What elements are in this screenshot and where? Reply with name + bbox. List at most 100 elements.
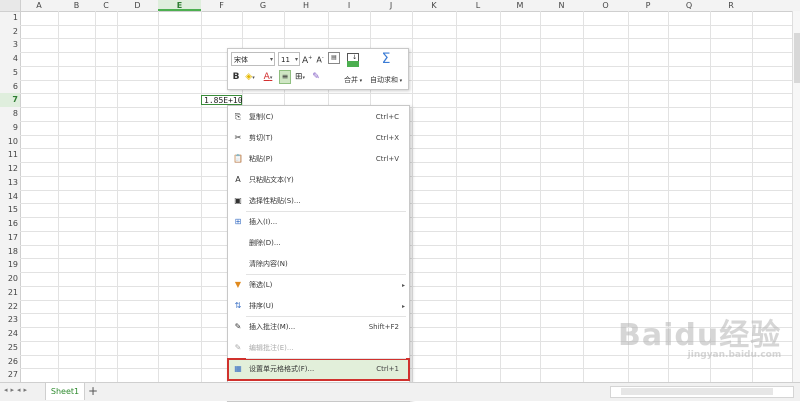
- vertical-scroll-thumb[interactable]: [794, 33, 800, 83]
- menu-item-label: 粘贴(P): [249, 155, 273, 163]
- sheet-tab-bar: ◂▸◂▸ Sheet1 +: [0, 382, 800, 401]
- menu-item-insert-comment[interactable]: ✎ 插入批注(M)... Shift+F2: [228, 317, 409, 338]
- row-gridline: [20, 203, 800, 205]
- menu-item-label: 清除内容(N): [249, 260, 288, 268]
- column-header-k[interactable]: K: [412, 0, 456, 11]
- row-header-27[interactable]: 27: [0, 368, 20, 382]
- sheet-nav-arrows-icon[interactable]: ◂▸◂▸: [4, 386, 30, 394]
- row-header-13[interactable]: 13: [0, 176, 20, 190]
- column-header-h[interactable]: H: [284, 0, 328, 11]
- column-header-q[interactable]: Q: [668, 0, 710, 11]
- menu-item-edit-comment[interactable]: ✎ 编辑批注(E)...: [228, 338, 409, 359]
- column-header-r[interactable]: R: [710, 0, 752, 11]
- align-center-icon[interactable]: ≡: [279, 70, 291, 84]
- shrink-font-button[interactable]: A-: [315, 52, 325, 67]
- grow-font-button[interactable]: A+: [302, 52, 312, 67]
- cell-style-icon[interactable]: ▤: [328, 52, 340, 64]
- row-header-10[interactable]: 10: [0, 135, 20, 149]
- menu-item-paste-special[interactable]: ▣ 选择性粘贴(S)...: [228, 191, 409, 212]
- menu-item-delete[interactable]: 删除(D)...: [228, 233, 409, 254]
- row-header-18[interactable]: 18: [0, 245, 20, 259]
- horizontal-scroll-thumb[interactable]: [621, 388, 773, 395]
- row-gridline: [20, 134, 800, 136]
- autosum-icon[interactable]: Σ: [378, 50, 394, 68]
- column-header-d[interactable]: D: [117, 0, 158, 11]
- row-header-22[interactable]: 22: [0, 300, 20, 314]
- row-header-2[interactable]: 2: [0, 25, 20, 39]
- format-cells-icon: ▦: [234, 364, 242, 373]
- fill-color-icon[interactable]: ◈▾: [243, 71, 257, 84]
- row-header-16[interactable]: 16: [0, 217, 20, 231]
- menu-item-paste-text-only[interactable]: A 只粘贴文本(Y): [228, 170, 409, 191]
- menu-item-format-cells[interactable]: ▦ 设置单元格格式(F)... Ctrl+1: [227, 358, 410, 381]
- row-header-15[interactable]: 15: [0, 203, 20, 217]
- menu-item-paste[interactable]: 📋 粘贴(P) Ctrl+V: [228, 149, 409, 170]
- format-painter-icon[interactable]: ✎: [310, 71, 322, 83]
- column-header-i[interactable]: I: [328, 0, 370, 11]
- row-header-5[interactable]: 5: [0, 66, 20, 80]
- menu-item-shortcut: Ctrl+C: [375, 113, 399, 121]
- column-header-e[interactable]: E: [158, 0, 201, 11]
- menu-item-label: 编辑批注(E)...: [249, 344, 294, 352]
- submenu-arrow-icon: ▸: [401, 303, 405, 310]
- autosum-label: 自动求和: [370, 76, 398, 84]
- column-header-j[interactable]: J: [370, 0, 412, 11]
- autosum-button[interactable]: 自动求和 ▾: [370, 75, 402, 85]
- column-header-a[interactable]: A: [20, 0, 58, 11]
- menu-separator: [246, 316, 406, 317]
- column-header-b[interactable]: B: [58, 0, 95, 11]
- horizontal-scrollbar[interactable]: [610, 386, 794, 398]
- row-header-12[interactable]: 12: [0, 162, 20, 176]
- row-gridline: [20, 244, 800, 246]
- row-header-3[interactable]: 3: [0, 38, 20, 52]
- column-header-g[interactable]: G: [242, 0, 284, 11]
- row-header-23[interactable]: 23: [0, 313, 20, 327]
- row-header-17[interactable]: 17: [0, 231, 20, 245]
- menu-item-cut[interactable]: ✂ 剪切(T) Ctrl+X: [228, 128, 409, 149]
- merge-button[interactable]: 合并 ▾: [344, 75, 362, 85]
- column-header-f[interactable]: F: [201, 0, 242, 11]
- vertical-scrollbar[interactable]: [792, 11, 800, 382]
- row-gridline: [20, 107, 800, 109]
- row-header-24[interactable]: 24: [0, 327, 20, 341]
- borders-icon[interactable]: ⊞▾: [293, 71, 307, 84]
- row-header-4[interactable]: 4: [0, 52, 20, 66]
- row-gridline: [20, 38, 800, 40]
- scissors-icon: ✂: [234, 133, 242, 142]
- row-header-19[interactable]: 19: [0, 258, 20, 272]
- menu-item-clear-contents[interactable]: 清除内容(N): [228, 254, 409, 275]
- row-gridline: [20, 299, 800, 301]
- font-color-button[interactable]: A▾: [261, 71, 275, 84]
- column-header-o[interactable]: O: [583, 0, 628, 11]
- context-menu: ⎘ 复制(C) Ctrl+C ✂ 剪切(T) Ctrl+X 📋 粘贴(P) Ctrl+V A 只粘贴…: [227, 105, 410, 402]
- column-header-p[interactable]: P: [628, 0, 668, 11]
- font-size-select[interactable]: 11 ▾: [278, 52, 300, 66]
- row-header-14[interactable]: 14: [0, 190, 20, 204]
- row-header-7[interactable]: 7: [0, 93, 20, 108]
- row-header-1[interactable]: 1: [0, 11, 20, 25]
- row-header-11[interactable]: 11: [0, 148, 20, 162]
- menu-item-shortcut: Ctrl+V: [375, 155, 399, 163]
- menu-item-copy[interactable]: ⎘ 复制(C) Ctrl+C: [228, 107, 409, 128]
- bold-button[interactable]: B: [231, 71, 241, 83]
- column-header-c[interactable]: C: [95, 0, 117, 11]
- merge-cells-icon[interactable]: ↓: [345, 51, 361, 71]
- menu-item-insert[interactable]: ⊞ 插入(I)...: [228, 212, 409, 233]
- row-header-6[interactable]: 6: [0, 80, 20, 94]
- row-header-20[interactable]: 20: [0, 272, 20, 286]
- menu-item-filter[interactable]: ▼ 筛选(L) ▸: [228, 275, 409, 296]
- column-header-m[interactable]: M: [500, 0, 540, 11]
- menu-item-sort[interactable]: ⇅ 排序(U) ▸: [228, 296, 409, 317]
- row-header-9[interactable]: 9: [0, 121, 20, 135]
- row-header-26[interactable]: 26: [0, 355, 20, 369]
- baidu-jingyan-watermark: Baidu经验 jingyan.baidu.com: [618, 310, 781, 360]
- column-header-n[interactable]: N: [540, 0, 583, 11]
- row-header-21[interactable]: 21: [0, 286, 20, 300]
- add-sheet-button[interactable]: +: [88, 383, 98, 400]
- sheet-tab-sheet1[interactable]: Sheet1: [45, 383, 85, 400]
- row-header-25[interactable]: 25: [0, 341, 20, 355]
- row-header-8[interactable]: 8: [0, 107, 20, 121]
- font-name-value: 宋体: [234, 56, 248, 64]
- column-header-l[interactable]: L: [456, 0, 500, 11]
- font-name-select[interactable]: 宋体 ▾: [231, 52, 275, 66]
